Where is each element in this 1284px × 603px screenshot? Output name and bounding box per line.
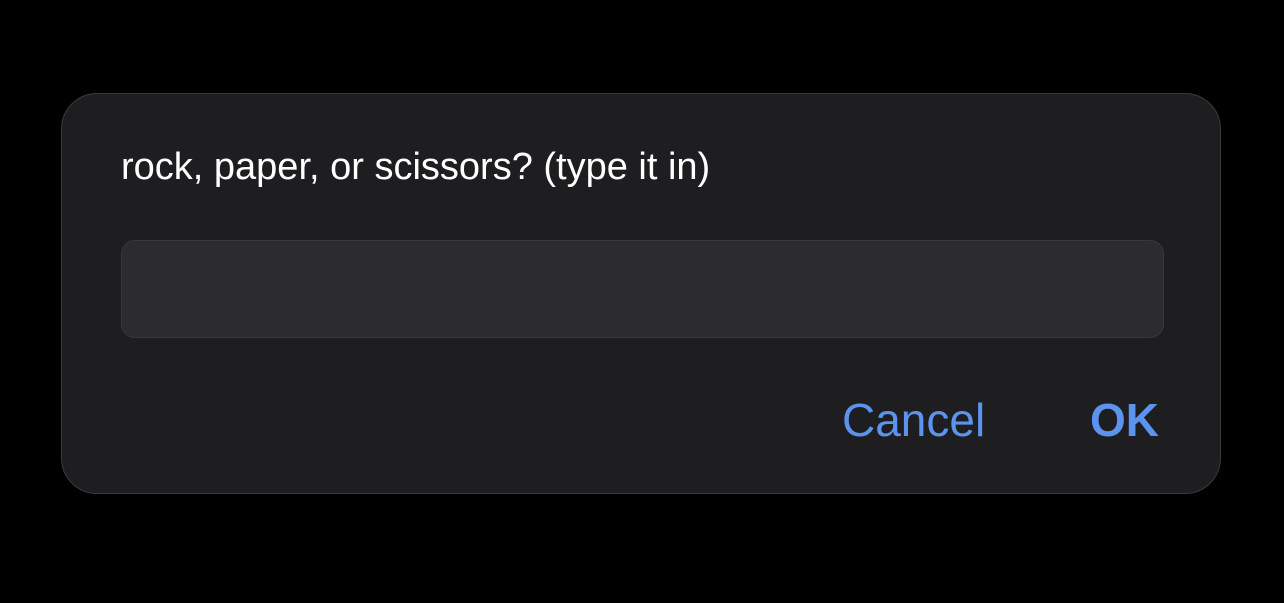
ok-button[interactable]: OK <box>1090 390 1159 450</box>
dialog-prompt-text: rock, paper, or scissors? (type it in) <box>121 146 711 188</box>
cancel-button[interactable]: Cancel <box>842 390 985 450</box>
prompt-dialog: rock, paper, or scissors? (type it in) C… <box>61 93 1221 494</box>
answer-input[interactable] <box>121 240 1164 338</box>
